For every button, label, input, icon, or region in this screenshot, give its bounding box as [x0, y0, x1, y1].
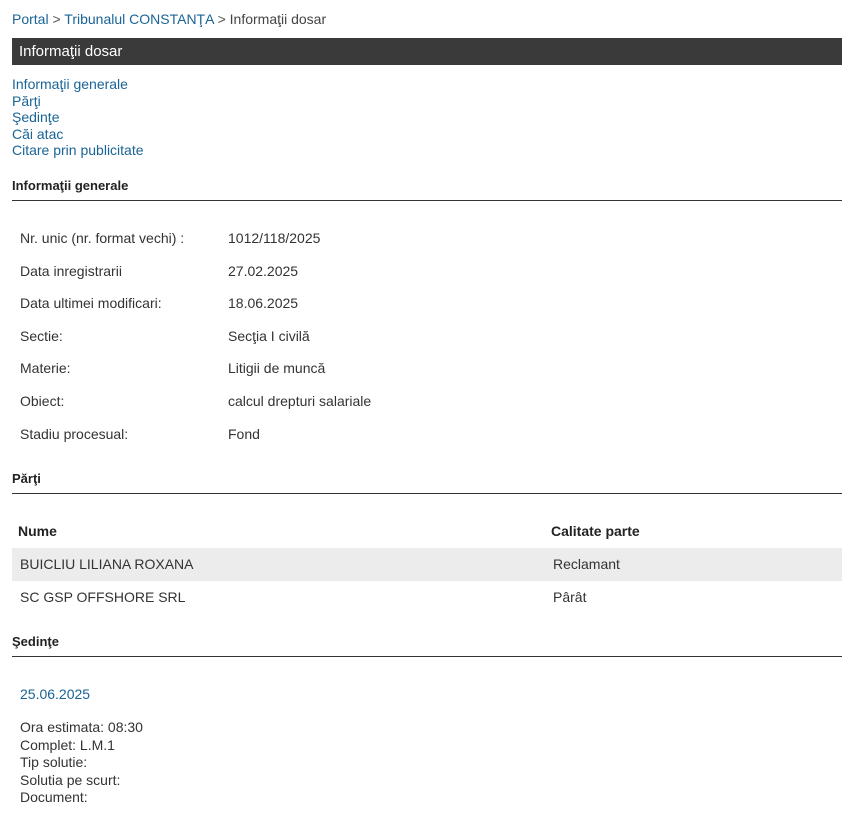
info-label: Materie:	[20, 360, 71, 377]
info-label: Sectie:	[20, 327, 63, 344]
section-heading-parti: Părţi	[12, 471, 842, 494]
party-role: Reclamant	[553, 556, 620, 572]
section-heading-general: Informaţii generale	[12, 178, 842, 201]
breadcrumb: Portal > Tribunalul CONSTANŢA > Informaţ…	[12, 11, 326, 27]
column-header-nume: Nume	[18, 523, 57, 539]
info-value: 27.02.2025	[228, 262, 299, 279]
party-name: BUICLIU LILIANA ROXANA	[20, 556, 194, 572]
info-value: 1012/118/2025	[228, 230, 321, 246]
info-label: Data ultimei modificari:	[20, 295, 162, 312]
parties-table: Nume Calitate parte BUICLIU LILIANA ROXA…	[12, 514, 842, 614]
hearing-date: 25.06.2025	[20, 686, 91, 702]
party-name: SC GSP OFFSHORE SRL	[20, 589, 186, 605]
hearing-detail-solutia: Solutia pe scurt:	[20, 771, 121, 788]
info-label: Stadiu procesual:	[20, 425, 129, 442]
parties-table-header: Nume Calitate parte	[12, 514, 842, 548]
info-label: Nr. unic (nr. format vechi) :	[20, 230, 185, 246]
section-nav: Informaţii generale Părţi Şedinţe Căi at…	[12, 76, 144, 159]
hearing-detail-ora: Ora estimata: 08:30	[20, 719, 143, 735]
breadcrumb-separator: >	[217, 11, 226, 27]
nav-link-sedinte[interactable]: Şedinţe	[12, 109, 144, 126]
info-value: Litigii de muncă	[228, 360, 326, 377]
party-role: Pârât	[553, 589, 587, 605]
nav-link-informatii-generale[interactable]: Informaţii generale	[12, 76, 144, 93]
hearing-detail-tip-solutie: Tip solutie:	[20, 754, 88, 770]
hearing-detail-complet: Complet: L.M.1	[20, 736, 115, 753]
page-title: Informaţii dosar	[12, 38, 842, 65]
info-value: 18.06.2025	[228, 295, 299, 312]
breadcrumb-court-link[interactable]: Tribunalul CONSTANŢA	[64, 11, 213, 27]
breadcrumb-separator: >	[52, 11, 61, 27]
table-row: SC GSP OFFSHORE SRL Pârât	[12, 581, 842, 614]
nav-link-cai-atac[interactable]: Căi atac	[12, 126, 144, 143]
info-value: Fond	[228, 425, 260, 442]
breadcrumb-current: Informaţii dosar	[229, 11, 327, 27]
nav-link-citare-prin-publicitate[interactable]: Citare prin publicitate	[12, 142, 144, 159]
column-header-calitate: Calitate parte	[551, 523, 640, 539]
info-value: calcul drepturi salariale	[228, 392, 372, 409]
info-value: Secţia I civilă	[228, 327, 310, 344]
hearing-details: Ora estimata: 08:30 Complet: L.M.1 Tip s…	[20, 719, 143, 807]
breadcrumb-portal-link[interactable]: Portal	[12, 11, 49, 27]
nav-link-parti[interactable]: Părţi	[12, 93, 144, 110]
table-row: BUICLIU LILIANA ROXANA Reclamant	[12, 548, 842, 581]
info-label: Data inregistrarii	[20, 262, 122, 279]
info-label: Obiect:	[20, 392, 65, 409]
hearing-detail-document: Document:	[20, 789, 88, 805]
section-heading-sedinte: Şedinţe	[12, 634, 842, 657]
